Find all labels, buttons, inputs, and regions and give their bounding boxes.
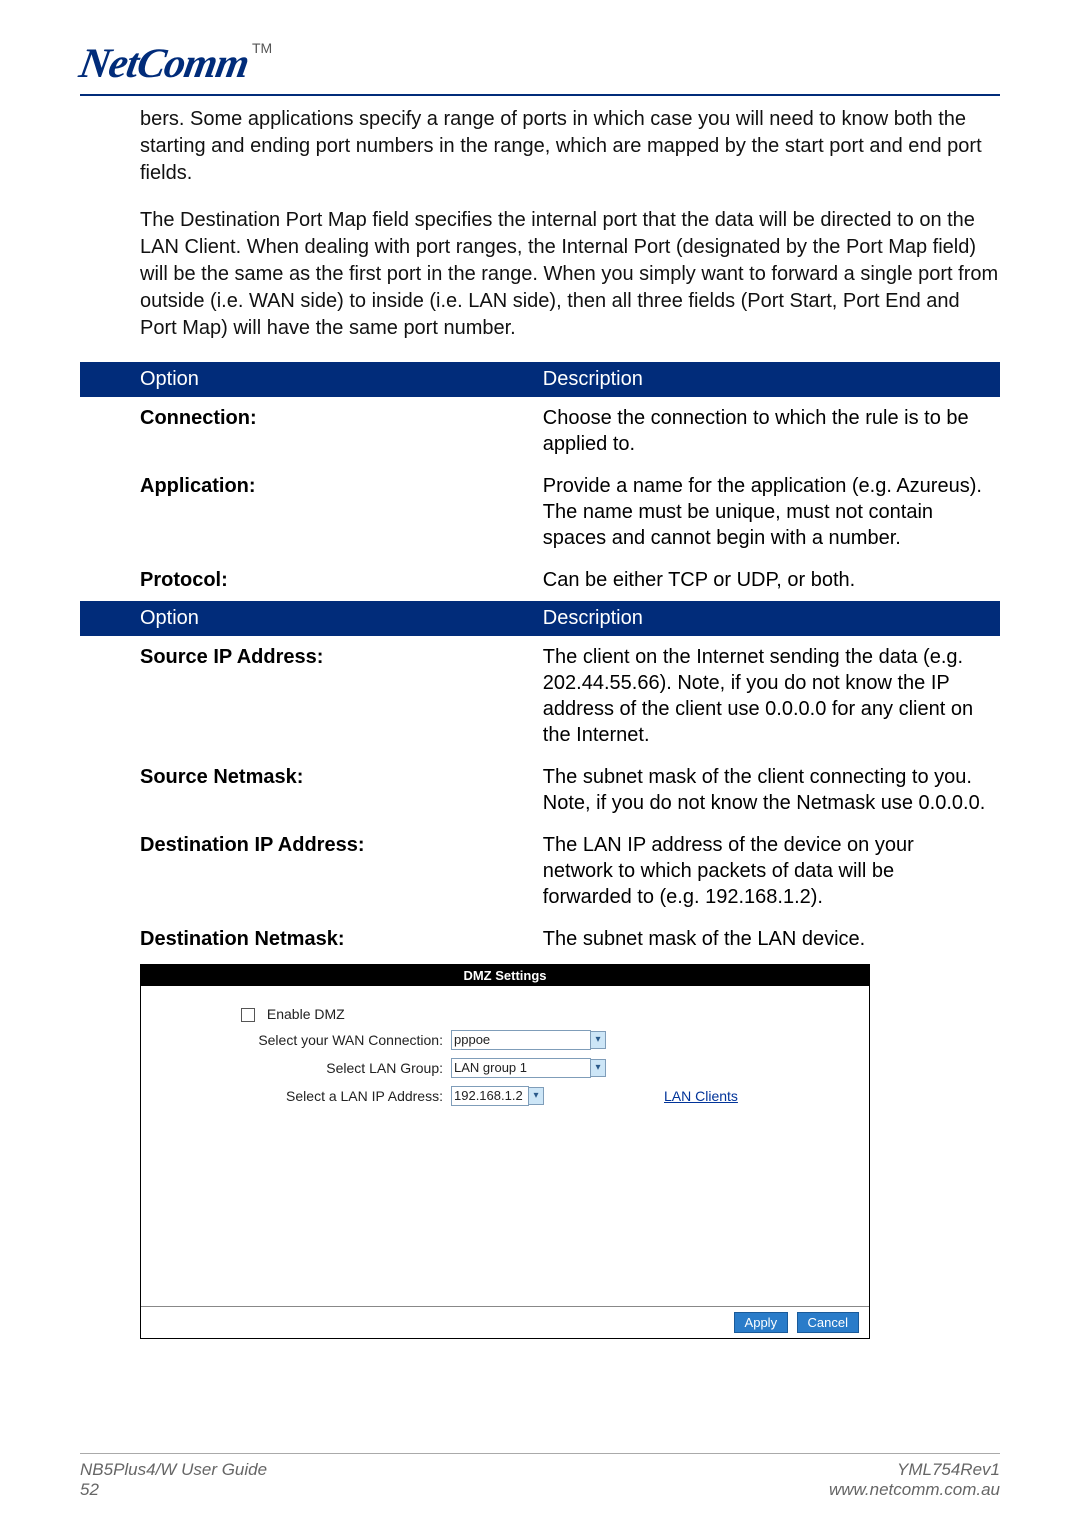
table-row: Application: Provide a name for the appl… xyxy=(80,465,1000,559)
cancel-button[interactable]: Cancel xyxy=(797,1312,859,1333)
chevron-down-icon[interactable]: ▾ xyxy=(590,1031,606,1049)
option-label: Protocol: xyxy=(80,559,531,601)
header-description: Description xyxy=(531,362,1000,397)
wan-connection-select[interactable]: pppoe xyxy=(451,1030,591,1050)
lan-group-label: Select LAN Group: xyxy=(161,1060,451,1076)
option-label: Source Netmask: xyxy=(80,756,531,824)
option-label: Destination Netmask: xyxy=(80,918,531,960)
table-row: Source Netmask: The subnet mask of the c… xyxy=(80,756,1000,824)
option-desc: The client on the Internet sending the d… xyxy=(531,636,1000,756)
header-option: Option xyxy=(80,362,531,397)
dmz-panel-title: DMZ Settings xyxy=(141,965,869,986)
option-desc: The LAN IP address of the device on your… xyxy=(531,824,1000,918)
netcomm-logo: NetComm xyxy=(76,40,252,88)
lan-ip-label: Select a LAN IP Address: xyxy=(161,1088,451,1104)
options-table-1: Option Description Connection: Choose th… xyxy=(80,362,1000,960)
footer-revision: YML754Rev1 xyxy=(829,1460,1000,1480)
enable-dmz-label: Enable DMZ xyxy=(267,1006,345,1022)
header-logo-row: NetCommTM xyxy=(80,40,1000,96)
trademark-symbol: TM xyxy=(252,40,272,56)
enable-dmz-checkbox[interactable] xyxy=(241,1008,255,1022)
lan-clients-link[interactable]: LAN Clients xyxy=(664,1088,738,1104)
apply-button[interactable]: Apply xyxy=(734,1312,789,1333)
table-header: Option Description xyxy=(80,601,1000,636)
option-desc: Can be either TCP or UDP, or both. xyxy=(531,559,1000,601)
option-desc: Choose the connection to which the rule … xyxy=(531,397,1000,465)
table-row: Protocol: Can be either TCP or UDP, or b… xyxy=(80,559,1000,601)
option-desc: The subnet mask of the LAN device. xyxy=(531,918,1000,960)
wan-connection-label: Select your WAN Connection: xyxy=(161,1032,451,1048)
body-paragraph-1: bers. Some applications specify a range … xyxy=(140,106,1000,187)
page-footer: NB5Plus4/W User Guide 52 YML754Rev1 www.… xyxy=(80,1453,1000,1500)
table-row: Destination Netmask: The subnet mask of … xyxy=(80,918,1000,960)
option-label: Connection: xyxy=(80,397,531,465)
dmz-settings-panel: DMZ Settings Enable DMZ Select your WAN … xyxy=(140,964,870,1339)
footer-url: www.netcomm.com.au xyxy=(829,1480,1000,1500)
chevron-down-icon[interactable]: ▾ xyxy=(590,1059,606,1077)
option-label: Application: xyxy=(80,465,531,559)
chevron-down-icon[interactable]: ▾ xyxy=(528,1087,544,1105)
table-row: Source IP Address: The client on the Int… xyxy=(80,636,1000,756)
table-header: Option Description xyxy=(80,362,1000,397)
option-label: Destination IP Address: xyxy=(80,824,531,918)
option-desc: Provide a name for the application (e.g.… xyxy=(531,465,1000,559)
header-description: Description xyxy=(531,601,1000,636)
footer-guide-title: NB5Plus4/W User Guide xyxy=(80,1460,267,1480)
lan-ip-select[interactable]: 192.168.1.2 xyxy=(451,1086,529,1106)
option-label: Source IP Address: xyxy=(80,636,531,756)
footer-page-number: 52 xyxy=(80,1480,267,1500)
body-paragraph-2: The Destination Port Map field specifies… xyxy=(140,207,1000,342)
table-row: Destination IP Address: The LAN IP addre… xyxy=(80,824,1000,918)
table-row: Connection: Choose the connection to whi… xyxy=(80,397,1000,465)
option-desc: The subnet mask of the client connecting… xyxy=(531,756,1000,824)
header-option: Option xyxy=(80,601,531,636)
lan-group-select[interactable]: LAN group 1 xyxy=(451,1058,591,1078)
